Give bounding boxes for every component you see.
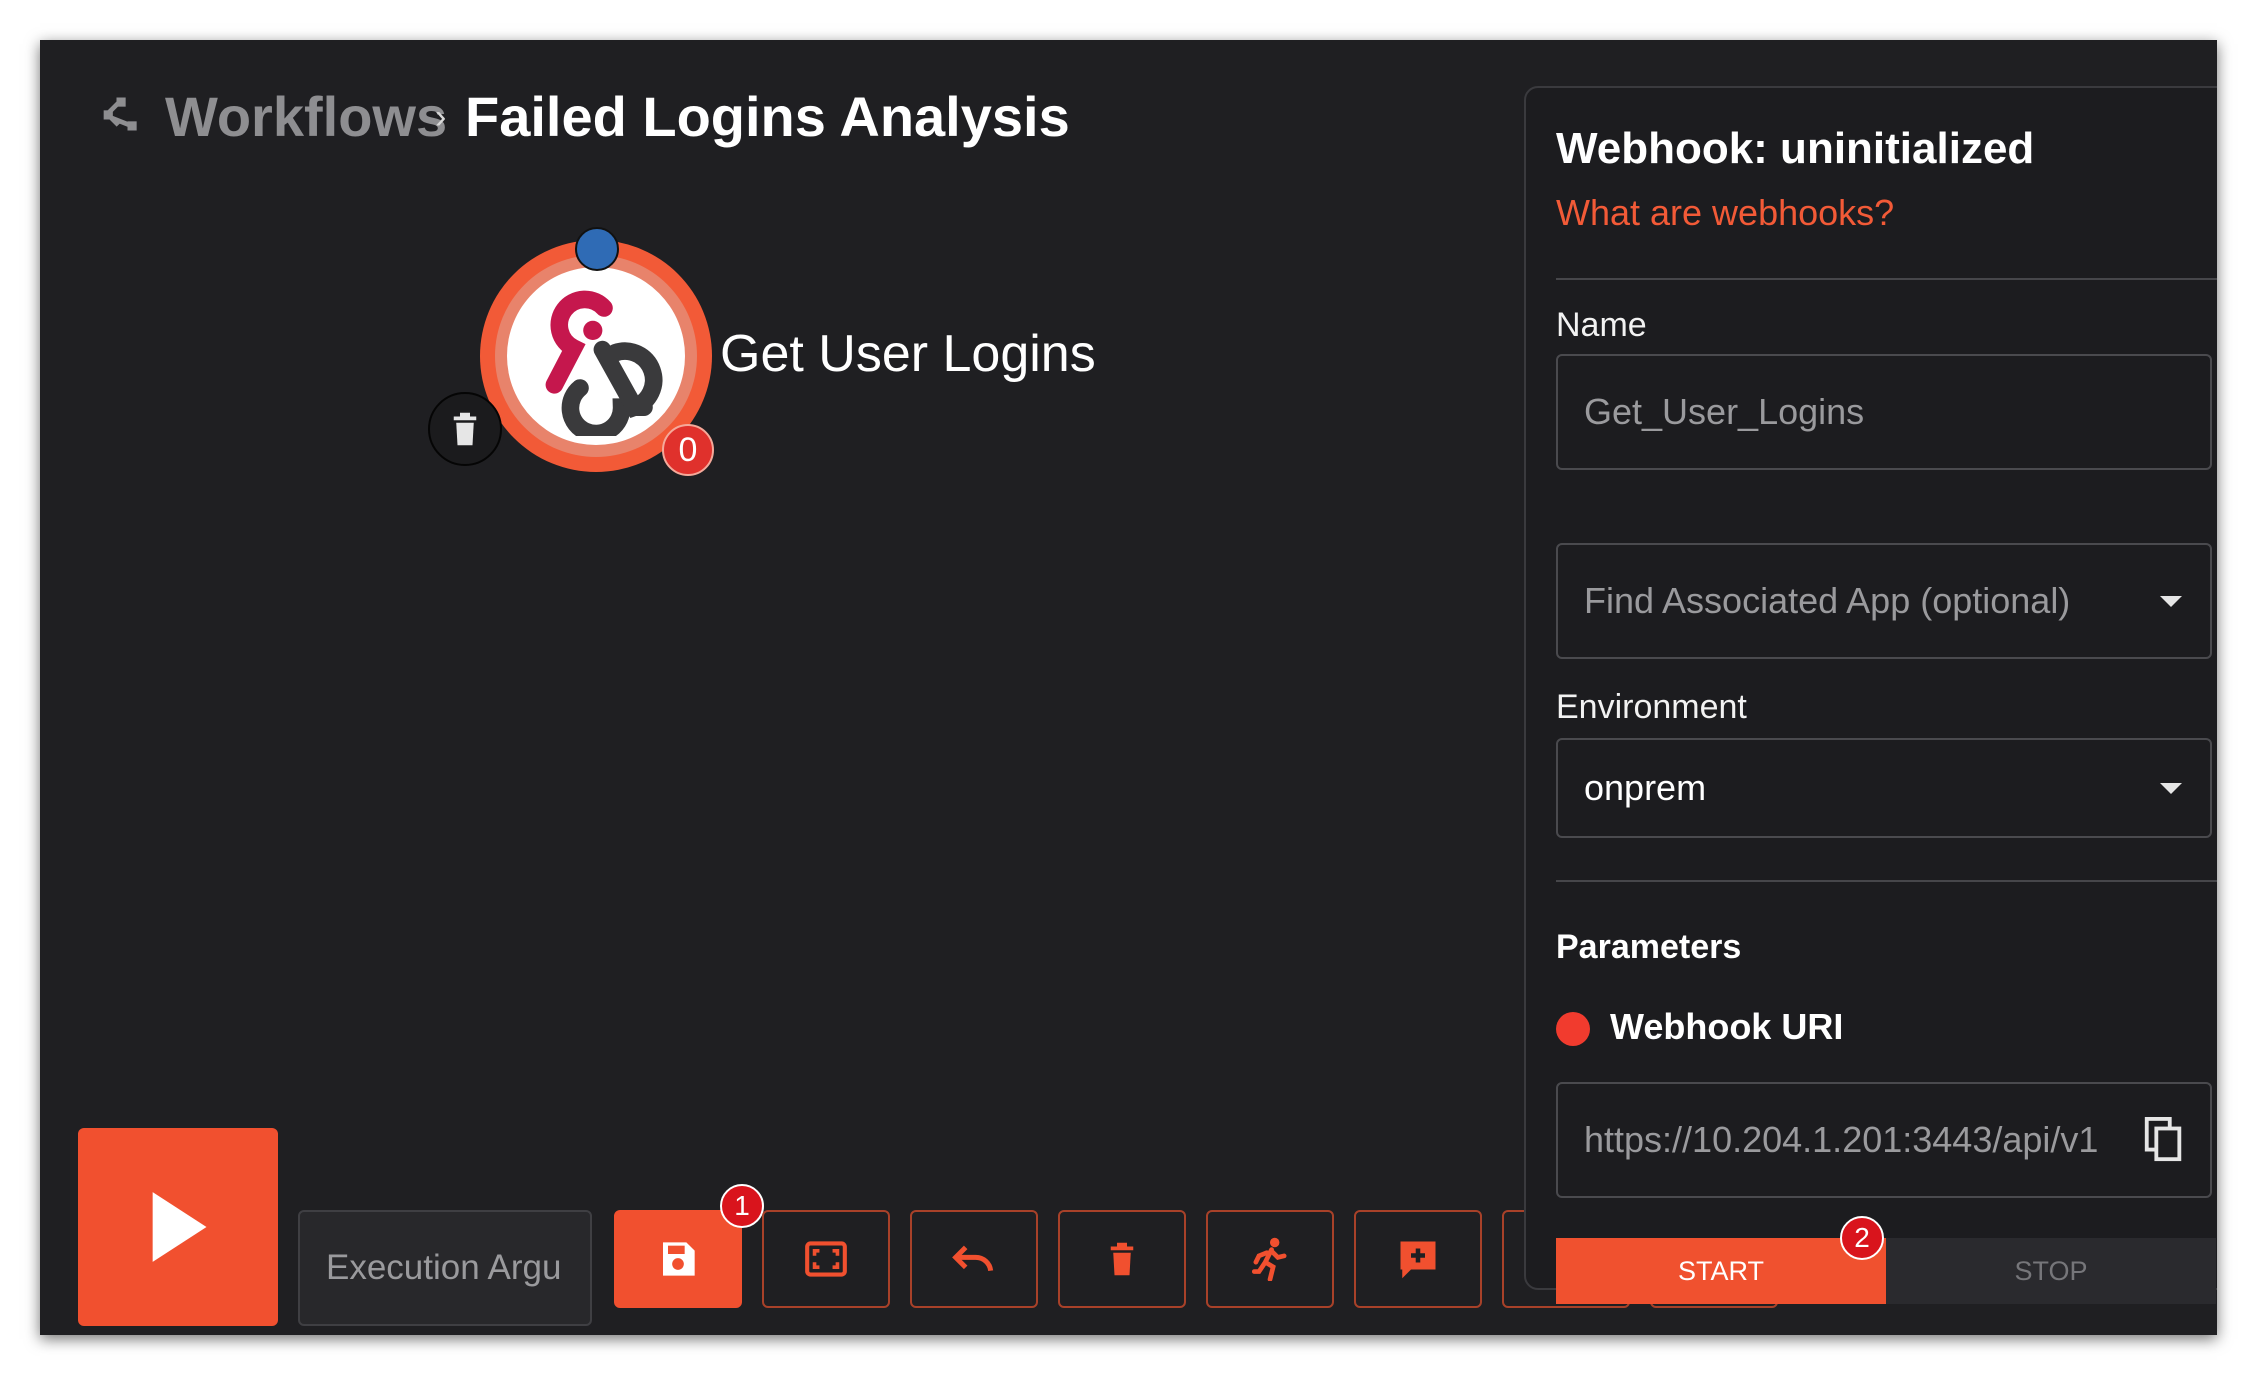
name-label: Name bbox=[1556, 306, 1647, 344]
required-indicator bbox=[1556, 1012, 1590, 1046]
copy-icon[interactable] bbox=[2144, 1117, 2184, 1163]
node-connector-handle[interactable] bbox=[575, 227, 619, 271]
webhook-uri-label: Webhook URI bbox=[1610, 1006, 1844, 1047]
save-icon bbox=[663, 1242, 695, 1276]
run-workflow-button[interactable] bbox=[78, 1128, 278, 1326]
stop-button[interactable]: STOP bbox=[1886, 1238, 2216, 1304]
node-delete-button[interactable] bbox=[428, 392, 502, 466]
execution-argument-input[interactable] bbox=[298, 1210, 592, 1326]
webhook-uri-field[interactable]: https://10.204.1.201:3443/api/v1 bbox=[1556, 1082, 2212, 1198]
play-icon bbox=[152, 1192, 207, 1262]
chevron-down-icon bbox=[2160, 596, 2182, 607]
breadcrumb-workflows-link[interactable]: Workflows bbox=[165, 84, 447, 149]
fit-view-button[interactable] bbox=[762, 1210, 890, 1308]
add-comment-icon bbox=[1400, 1241, 1436, 1279]
chevron-down-icon bbox=[2160, 783, 2182, 794]
save-button[interactable] bbox=[614, 1210, 742, 1308]
associated-app-select[interactable]: Find Associated App (optional) bbox=[1556, 543, 2212, 659]
panel-title: Webhook: uninitialized bbox=[1556, 124, 2035, 173]
delete-icon bbox=[1110, 1242, 1134, 1276]
name-input[interactable]: Get_User_Logins bbox=[1556, 354, 2212, 470]
webhook-uri-value: https://10.204.1.201:3443/api/v1 bbox=[1584, 1119, 2099, 1160]
node-label: Get User Logins bbox=[720, 325, 1096, 383]
divider bbox=[1556, 278, 2217, 280]
webhook-icon bbox=[545, 290, 663, 436]
breadcrumb-separator: › bbox=[435, 98, 447, 136]
trash-icon bbox=[453, 412, 477, 446]
name-input-placeholder: Get_User_Logins bbox=[1584, 391, 1865, 432]
execution-argument-text[interactable] bbox=[300, 1212, 590, 1324]
undo-button[interactable] bbox=[910, 1210, 1038, 1308]
undo-icon bbox=[952, 1245, 994, 1272]
start-button[interactable]: START bbox=[1556, 1238, 1886, 1304]
unsaved-changes-badge: 1 bbox=[720, 1184, 764, 1228]
add-comment-button[interactable] bbox=[1354, 1210, 1482, 1308]
fit-view-icon bbox=[805, 1241, 847, 1277]
divider bbox=[1556, 880, 2217, 882]
node-config-panel: Webhook: uninitialized What are webhooks… bbox=[1524, 86, 2217, 1304]
node-count-badge: 0 bbox=[662, 424, 714, 476]
parameters-heading: Parameters bbox=[1556, 928, 1742, 966]
delete-button[interactable] bbox=[1058, 1210, 1186, 1308]
environment-select[interactable]: onprem bbox=[1556, 738, 2212, 838]
workflow-icon bbox=[103, 97, 137, 131]
page-title: Failed Logins Analysis bbox=[465, 85, 1070, 148]
start-badge: 2 bbox=[1840, 1216, 1884, 1260]
workflow-editor: Workflows › Failed Logins Analysis 0 Get… bbox=[40, 40, 2217, 1335]
run-test-button[interactable] bbox=[1206, 1210, 1334, 1308]
environment-value: onprem bbox=[1584, 767, 1707, 808]
run-test-icon bbox=[1252, 1237, 1287, 1281]
webhooks-help-link[interactable]: What are webhooks? bbox=[1556, 192, 1894, 234]
environment-label: Environment bbox=[1556, 688, 1747, 726]
associated-app-placeholder: Find Associated App (optional) bbox=[1584, 580, 2071, 621]
